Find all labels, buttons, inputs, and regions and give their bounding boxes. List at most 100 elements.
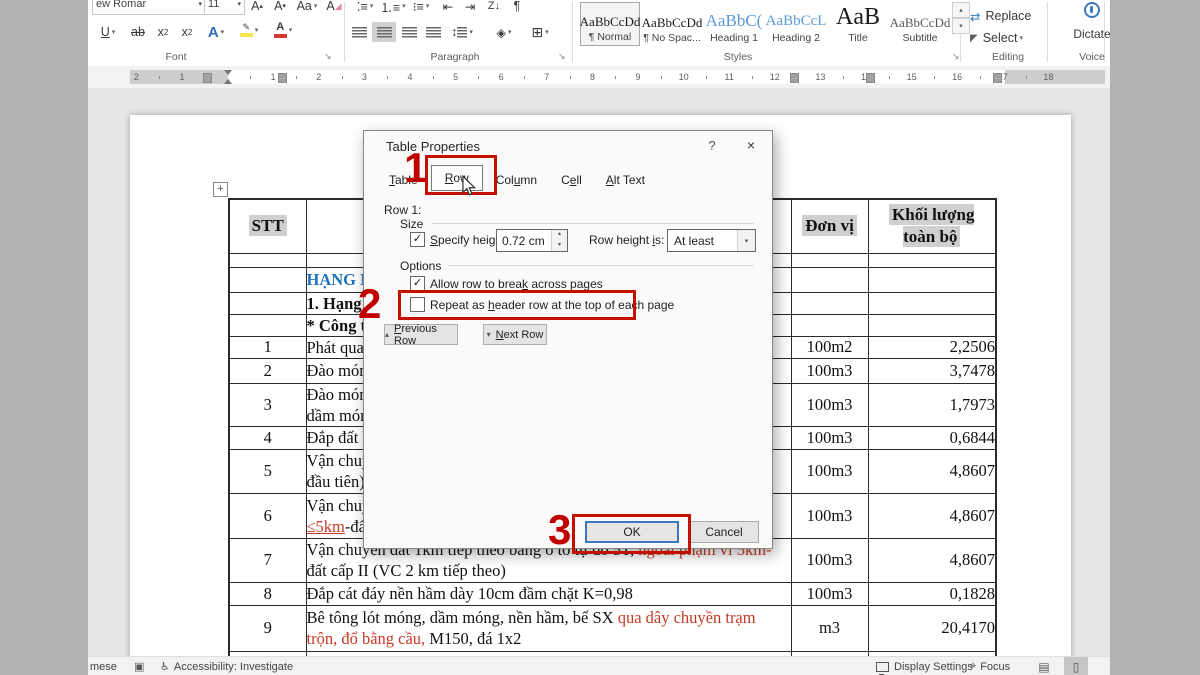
style-heading-2[interactable]: AaBbCcLHeading 2 [766,2,826,46]
spin-up-icon[interactable]: ▴ [552,230,567,241]
header-cell-stt[interactable]: STT [229,199,306,253]
cell-quantity[interactable]: 4,8607 [868,538,996,582]
cell-quantity[interactable]: 20,4170 [868,605,996,651]
previous-row-button[interactable]: ▴Previous Row [384,324,458,345]
cell-stt[interactable]: 1 [229,336,306,358]
cell-description[interactable]: Bê tông lót móng, dầm móng, nền hầm, bể … [306,605,791,651]
show-marks-button[interactable]: ¶ [508,0,526,16]
cell-quantity[interactable]: 0,1828 [868,582,996,605]
column-marker[interactable] [993,73,1002,83]
cell-stt[interactable]: 4 [229,426,306,449]
font-size-select[interactable]: 11▾ [204,0,245,15]
font-dialog-launcher[interactable]: ↘ [324,51,332,62]
font-color-button[interactable]: A▾ [268,20,298,40]
macro-record-button[interactable]: ▣ [134,659,148,674]
line-spacing-button[interactable]: ↕▾ [446,22,478,42]
print-layout-button[interactable]: ▯ [1064,657,1088,675]
cell-unit[interactable]: 100m2 [791,336,868,358]
shrink-font-button[interactable]: A▾ [269,0,291,16]
height-value-input[interactable]: 0.72 cm ▴▾ [496,229,568,252]
row-height-is-dropdown[interactable]: At least ▾ [667,229,756,252]
cell-unit[interactable]: 100m3 [791,493,868,538]
table-move-handle[interactable]: + [213,182,228,197]
numbering-button[interactable]: ⒈≡▾ [380,0,406,16]
clear-formatting-button[interactable]: A◢ [324,0,344,16]
style--normal[interactable]: AaBbCcDd¶ Normal [580,2,640,46]
cell-stt[interactable]: 5 [229,449,306,493]
height-spinner[interactable]: ▴▾ [551,230,567,251]
highlight-color-button[interactable]: ✎▾ [234,20,264,40]
cell-stt[interactable]: 8 [229,582,306,605]
cell-description[interactable]: Đắp cát đáy nền hầm dày 10cm đầm chặt K=… [306,582,791,605]
grow-font-button[interactable]: A▴ [246,0,268,16]
style-heading-1[interactable]: AaBbC(Heading 1 [704,2,764,46]
bullets-button[interactable]: ⁚≡▾ [352,0,378,16]
select-button[interactable]: ◤Select▾ [970,28,1044,48]
decrease-indent-button[interactable]: ⇤ [438,0,458,16]
column-marker[interactable] [866,73,875,83]
column-marker[interactable] [278,73,287,83]
change-case-button[interactable]: Aa▾ [293,0,321,16]
first-line-indent-marker[interactable] [224,70,232,75]
dialog-tab-alt-text[interactable]: Alt Text [595,169,656,191]
paragraph-dialog-launcher[interactable]: ↘ [558,51,566,62]
header-cell-qty[interactable]: Khối lượng toàn bộ [868,199,996,253]
cell-quantity[interactable]: 3,7478 [868,358,996,383]
header-cell-unit[interactable]: Đơn vị [791,199,868,253]
cell-stt[interactable]: 6 [229,493,306,538]
align-right-button[interactable] [398,22,420,42]
cell-unit[interactable] [791,314,868,336]
cell-stt[interactable] [229,292,306,314]
cell-unit[interactable]: m3 [791,605,868,651]
cell-unit[interactable] [791,267,868,292]
cell-quantity[interactable] [868,314,996,336]
cell-quantity[interactable] [868,292,996,314]
text-effects-button[interactable]: A▾ [202,22,230,42]
display-settings-button[interactable]: Display Settings [876,659,973,674]
cell-stt[interactable]: 2 [229,358,306,383]
styles-dialog-launcher[interactable]: ↘ [952,51,960,62]
replace-button[interactable]: ⇄Replace [970,6,1044,26]
cell-stt[interactable]: 7 [229,538,306,582]
spin-down-icon[interactable]: ▾ [552,241,567,252]
ruler[interactable]: 21123456789101112131415161718 [88,66,1110,88]
allow-break-checkbox[interactable]: ✓ [410,276,425,291]
cell-quantity[interactable]: 4,8607 [868,493,996,538]
dialog-tab-cell[interactable]: Cell [550,169,593,191]
help-icon[interactable]: ? [702,138,722,153]
column-marker[interactable] [203,73,212,83]
cancel-button[interactable]: Cancel [689,521,759,543]
multilevel-list-button[interactable]: ⁝≡▾ [408,0,434,16]
cell-quantity[interactable]: 4,8607 [868,449,996,493]
style--no-spac-[interactable]: AaBbCcDd¶ No Spac... [642,2,702,46]
focus-button[interactable]: ⌖ Focus [970,659,1010,674]
justify-button[interactable] [422,22,444,42]
cell-stt[interactable]: 9 [229,605,306,651]
strikethrough-button[interactable]: ab [126,22,150,42]
font-name-select[interactable]: ew Romar▾ [92,0,206,15]
cell-stt[interactable] [229,314,306,336]
close-icon[interactable]: × [740,137,762,153]
style-subtitle[interactable]: AaBbCcDdSubtitle [890,2,950,46]
cell-unit[interactable]: 100m3 [791,383,868,426]
cell-unit[interactable] [791,292,868,314]
cell-quantity[interactable]: 0,6844 [868,426,996,449]
align-left-button[interactable] [348,22,370,42]
superscript-button[interactable]: x2 [176,22,198,42]
underline-button[interactable]: U▾ [94,22,122,42]
accessibility-status[interactable]: ♿ Accessibility: Investigate [160,659,293,674]
read-mode-button[interactable]: ▤ [1032,657,1056,675]
align-center-button[interactable] [372,22,396,42]
cell-unit[interactable]: 100m3 [791,449,868,493]
cell-quantity[interactable] [868,267,996,292]
styles-more-button[interactable]: ▾ [952,18,970,34]
styles-scroll-up-button[interactable]: ▴ [952,2,970,18]
next-row-button[interactable]: ▾Next Row [483,324,547,345]
cell-unit[interactable]: 100m3 [791,426,868,449]
dictate-button[interactable]: Dictate [1066,2,1118,41]
cell-stt[interactable]: 3 [229,383,306,426]
shading-button[interactable]: ◈▾ [488,22,520,42]
hanging-indent-marker[interactable] [224,79,232,84]
cell-unit[interactable]: 100m3 [791,582,868,605]
borders-button[interactable]: ⊞▾ [522,22,558,42]
